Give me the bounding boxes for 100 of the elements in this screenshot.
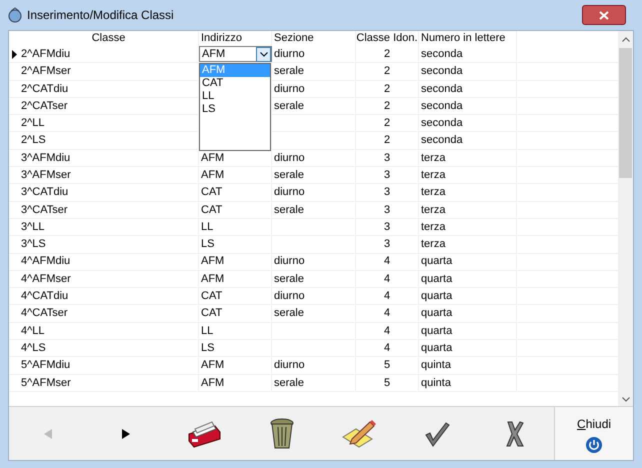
dropdown-button[interactable] xyxy=(256,46,271,62)
table-cell-text: serale xyxy=(274,376,304,391)
table-cell-text: CAT xyxy=(201,289,222,304)
table-cell-text: 5 xyxy=(384,358,390,374)
table-cell-text: diurno xyxy=(274,82,305,96)
table-cell-text: serale xyxy=(274,98,304,114)
table-cell-text: 3^CATdiu xyxy=(21,185,68,200)
table-cell-text: seconda xyxy=(421,82,463,96)
table-cell-text: terza xyxy=(421,220,446,235)
trash-can-icon xyxy=(268,418,295,450)
window-title: Inserimento/Modifica Classi xyxy=(27,7,174,24)
table-cell-text: 5^AFMdiu xyxy=(21,358,70,374)
table-cell-text: 2 xyxy=(384,98,390,114)
table-cell-text: 4 xyxy=(384,324,390,339)
table-cell-text: quinta xyxy=(421,358,451,374)
table-cell-text: terza xyxy=(421,168,446,183)
table-cell-text: 3 xyxy=(384,168,390,183)
table-cell-text: diurno xyxy=(274,289,305,304)
table-cell-text: CAT xyxy=(201,202,222,218)
dropdown-option[interactable]: LL xyxy=(200,90,270,103)
left-arrow-icon xyxy=(44,428,52,438)
table-cell-text: serale xyxy=(274,64,304,80)
table-cell-text: AFM xyxy=(201,358,224,374)
power-icon xyxy=(586,436,602,452)
table-cell-text: diurno xyxy=(274,150,305,166)
table-cell-text: quarta xyxy=(421,272,452,287)
close-button[interactable] xyxy=(582,5,626,25)
close-icon xyxy=(599,10,609,20)
app-icon xyxy=(7,7,23,23)
table-cell-text: 2^LS xyxy=(21,133,46,148)
table-cell-text: 3 xyxy=(384,150,390,166)
chevron-down-icon xyxy=(260,52,268,57)
table-cell-text: terza xyxy=(421,237,446,252)
column-header: Numero in lettere xyxy=(419,31,517,46)
table-cell-text: quinta xyxy=(421,376,451,391)
combo-box[interactable]: AFM xyxy=(199,46,272,62)
table-cell-text: 3^CATser xyxy=(21,202,68,218)
table-cell-text: 2^LL xyxy=(21,116,45,132)
column-header: Classe Idon. xyxy=(356,31,419,46)
table-cell-text: diurno xyxy=(274,254,305,270)
table-cell-text: serale xyxy=(274,168,304,183)
table-cell-text: seconda xyxy=(421,64,463,80)
table-cell-text: 4^AFMdiu xyxy=(21,254,70,270)
scroll-down-icon xyxy=(622,397,630,402)
table-cell-text: 4 xyxy=(384,306,390,322)
table-cell-text: serale xyxy=(274,272,304,287)
table-cell-text: diurno xyxy=(274,358,305,374)
x-mark-icon xyxy=(505,420,526,446)
checkmark-icon xyxy=(424,420,450,446)
table-cell-text: seconda xyxy=(421,98,463,114)
table-cell-text: seconda xyxy=(421,116,463,132)
scroll-up-icon xyxy=(622,37,630,42)
table-cell-text: 4^CATdiu xyxy=(21,289,68,304)
table-cell-text: 4^CATser xyxy=(21,306,68,322)
table-cell-text: 3^AFMdiu xyxy=(21,150,70,166)
table-cell-text: 3 xyxy=(384,220,390,235)
table-cell-text: diurno xyxy=(274,185,305,200)
table-cell-text: 2 xyxy=(384,116,390,132)
table-cell-text: LL xyxy=(201,324,214,339)
table-cell-text: terza xyxy=(421,150,446,166)
table-cell-text: quarta xyxy=(421,289,452,304)
table-cell-text: LS xyxy=(201,237,214,252)
table-cell-text: 2 xyxy=(384,133,390,148)
dropdown-option[interactable]: LS xyxy=(200,103,270,116)
table-cell-text: 2^CATdiu xyxy=(21,82,68,96)
table-cell-text: AFM xyxy=(201,376,224,391)
vertical-scrollbar[interactable] xyxy=(618,31,633,406)
table-cell-text: 2^AFMdiu xyxy=(21,46,70,62)
table-cell-text: 2^CATser xyxy=(21,98,68,114)
table-cell-text: 4^LS xyxy=(21,340,46,356)
dropdown-option[interactable]: CAT xyxy=(200,77,270,90)
table-cell-text: 2^AFMser xyxy=(21,64,71,80)
table-cell-text: 4 xyxy=(384,340,390,356)
scrollbar-thumb[interactable] xyxy=(619,48,632,178)
table-cell-text: LS xyxy=(201,340,214,356)
table-cell-text: 3^AFMser xyxy=(21,168,71,183)
table-cell-text: LL xyxy=(201,220,214,235)
current-row-icon xyxy=(12,50,16,59)
table-cell-text: 2 xyxy=(384,46,390,62)
table-cell-text: 5^AFMser xyxy=(21,376,71,391)
table-cell-text: quarta xyxy=(421,254,452,270)
table-cell-text: serale xyxy=(274,306,304,322)
table-cell-text: 4^LL xyxy=(21,324,45,339)
table-cell-text: 4^AFMser xyxy=(21,272,71,287)
table-cell-text: 3 xyxy=(384,185,390,200)
table-cell-text: AFM xyxy=(201,168,224,183)
table-cell-text: 4 xyxy=(384,254,390,270)
right-arrow-icon xyxy=(122,428,130,438)
pencil-note-icon xyxy=(342,418,376,448)
table-cell-text: AFM xyxy=(201,254,224,270)
table-cell-text: terza xyxy=(421,202,446,218)
table-cell-text: serale xyxy=(274,202,304,218)
table-cell-text: AFM xyxy=(201,150,224,166)
table-cell-text: 4 xyxy=(384,289,390,304)
table-cell-text: 3^LL xyxy=(21,220,45,235)
combo-value: AFM xyxy=(202,46,226,62)
table-cell-text: AFM xyxy=(201,272,224,287)
table-cell-text: CAT xyxy=(201,185,222,200)
table-cell-text: terza xyxy=(421,185,446,200)
close-window-button[interactable]: Chiudi xyxy=(554,407,633,460)
